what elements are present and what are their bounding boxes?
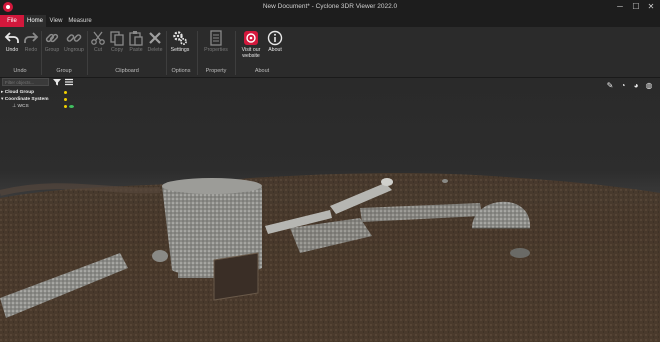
filter-objects-input[interactable] xyxy=(2,78,49,86)
group-label-about: About xyxy=(254,68,270,74)
group-label-group: Group xyxy=(56,68,72,74)
paste-button[interactable]: Paste xyxy=(127,30,145,64)
ribbon: Undo Redo Undo Group Ungroup Group Cut C… xyxy=(0,27,660,78)
copy-button[interactable]: Copy xyxy=(108,30,126,64)
visibility-dot-icon[interactable] xyxy=(64,105,67,108)
tree-item-coordinate-system[interactable]: ▾ Coordinate System xyxy=(1,97,48,102)
group-label: Group xyxy=(44,47,60,53)
unlink-icon xyxy=(66,34,82,42)
list-menu-icon[interactable] xyxy=(65,78,73,86)
window-title: New Document* - Cyclone 3DR Viewer 2022.… xyxy=(262,3,398,10)
tab-measure[interactable]: Measure xyxy=(67,15,93,27)
view-tool-2-icon[interactable]: ◕ xyxy=(631,81,641,91)
ribbon-separator xyxy=(166,31,167,75)
minimize-button[interactable]: ─ xyxy=(614,2,626,12)
undo-icon xyxy=(4,32,19,43)
tree-item-wcs[interactable]: ⊥ WCS xyxy=(12,104,29,109)
cut-button[interactable]: Cut xyxy=(90,30,106,64)
paste-label: Paste xyxy=(129,47,143,53)
settings-button[interactable]: Settings xyxy=(169,30,191,64)
about-label: About xyxy=(268,47,282,53)
copy-label: Copy xyxy=(110,47,124,53)
tab-file[interactable]: File xyxy=(0,15,24,27)
point-cloud-scene xyxy=(0,173,660,342)
visit-website-button[interactable]: Visit our website xyxy=(238,30,264,64)
tree-item-label: WCS xyxy=(17,104,29,109)
ribbon-separator xyxy=(197,31,198,75)
delete-button[interactable]: Delete xyxy=(146,30,164,64)
cut-label: Cut xyxy=(93,47,103,53)
properties-label: Properties xyxy=(204,47,228,53)
document-icon xyxy=(210,30,222,46)
close-button[interactable]: ✕ xyxy=(645,2,657,12)
tree-item-label: Coordinate System xyxy=(4,97,49,102)
undo-button[interactable]: Undo xyxy=(3,30,21,64)
filter-icon[interactable] xyxy=(53,78,61,86)
pencil-icon[interactable]: ✎ xyxy=(605,81,615,91)
visibility-dot-icon[interactable] xyxy=(64,98,67,101)
redo-button[interactable]: Redo xyxy=(22,30,40,64)
link-icon xyxy=(45,33,59,43)
group-button[interactable]: Group xyxy=(43,30,61,64)
visibility-dot-icon[interactable] xyxy=(64,91,67,94)
active-toggle-icon[interactable] xyxy=(69,105,74,108)
tab-view[interactable]: View xyxy=(47,15,65,27)
ribbon-separator xyxy=(41,31,42,75)
about-button[interactable]: About xyxy=(265,30,285,64)
delete-label: Delete xyxy=(147,47,163,53)
object-tree-panel: ▸ Cloud Group ▾ Coordinate System ⊥ WCS xyxy=(0,78,80,342)
redo-label: Redo xyxy=(24,47,38,53)
properties-button[interactable]: Properties xyxy=(200,30,232,64)
paste-icon xyxy=(129,31,143,46)
visit-label-line2: website xyxy=(242,53,260,59)
settings-label: Settings xyxy=(170,47,190,53)
group-label-undo: Undo xyxy=(13,68,27,74)
3d-viewport[interactable]: ✎ ◔ ◕ ◍ xyxy=(0,78,660,342)
info-icon xyxy=(267,30,283,46)
group-label-clipboard: Clipboard xyxy=(115,68,139,74)
ungroup-button[interactable]: Ungroup xyxy=(63,30,85,64)
ribbon-separator xyxy=(87,31,88,75)
redo-icon xyxy=(24,32,39,43)
menu-tabs: File Home View Measure xyxy=(0,15,660,27)
website-logo-icon xyxy=(244,31,258,45)
group-label-options: Options xyxy=(171,68,191,74)
gears-icon xyxy=(173,31,187,45)
view-tool-1-icon[interactable]: ◔ xyxy=(618,81,628,91)
tree-item-label: Cloud Group xyxy=(4,90,35,95)
scissors-icon xyxy=(91,31,105,45)
tree-item-cloud-group[interactable]: ▸ Cloud Group xyxy=(1,90,34,95)
ribbon-separator xyxy=(235,31,236,75)
copy-icon xyxy=(110,31,124,46)
x-delete-icon xyxy=(149,32,161,44)
tab-home[interactable]: Home xyxy=(24,15,46,27)
title-bar: New Document* - Cyclone 3DR Viewer 2022.… xyxy=(0,0,660,15)
undo-label: Undo xyxy=(5,47,19,53)
ungroup-label: Ungroup xyxy=(64,47,84,53)
group-label-property: Property xyxy=(205,68,227,74)
view-tool-3-icon[interactable]: ◍ xyxy=(644,81,654,91)
maximize-button[interactable]: ☐ xyxy=(630,2,642,12)
